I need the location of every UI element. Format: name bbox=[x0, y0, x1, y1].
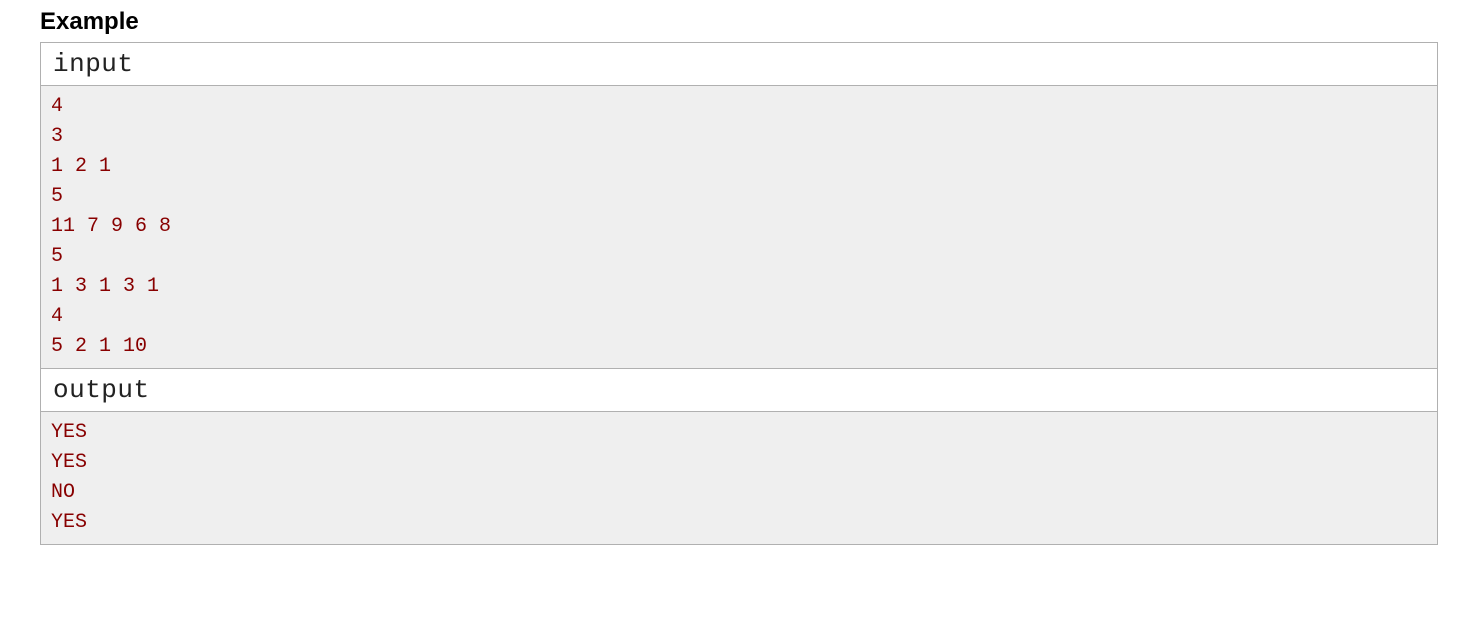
input-content: 4 3 1 2 1 5 11 7 9 6 8 5 1 3 1 3 1 4 5 2… bbox=[51, 92, 1427, 362]
example-title: Example bbox=[40, 8, 1438, 36]
input-header: input bbox=[41, 43, 1437, 85]
example-block: input 4 3 1 2 1 5 11 7 9 6 8 5 1 3 1 3 1… bbox=[40, 42, 1438, 545]
input-panel: 4 3 1 2 1 5 11 7 9 6 8 5 1 3 1 3 1 4 5 2… bbox=[41, 85, 1437, 368]
example-container: Example input 4 3 1 2 1 5 11 7 9 6 8 5 1… bbox=[0, 0, 1478, 565]
output-content: YES YES NO YES bbox=[51, 418, 1427, 538]
output-panel: YES YES NO YES bbox=[41, 411, 1437, 544]
output-header: output bbox=[41, 369, 1437, 411]
